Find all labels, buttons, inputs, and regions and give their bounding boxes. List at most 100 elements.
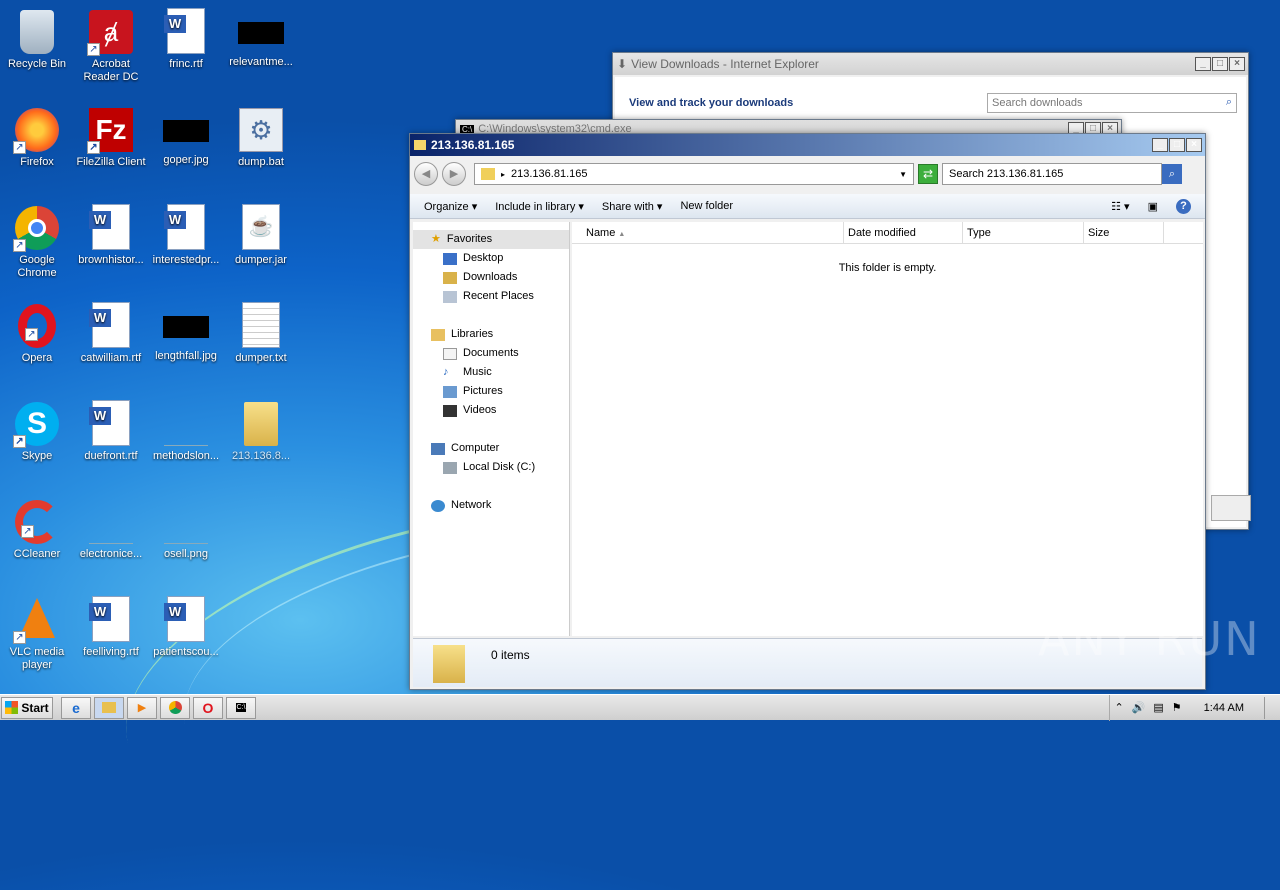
taskbar: Start e ▶ O C:\ ⌃ 🔊 ▤ ⚑ 1:44 AM bbox=[0, 694, 1280, 721]
ie-close-button[interactable] bbox=[1211, 495, 1251, 521]
minimize-button[interactable]: _ bbox=[1152, 138, 1168, 152]
folder-icon bbox=[433, 645, 465, 683]
include-in-library-button[interactable]: Include in library ▾ bbox=[495, 200, 584, 213]
desktop-icon-ccleaner[interactable]: ↗ CCleaner bbox=[0, 494, 74, 561]
column-name[interactable]: Name ▲ bbox=[572, 222, 844, 243]
desktop-icon-osell[interactable]: osell.png bbox=[149, 494, 223, 561]
desktop-icon-opera[interactable]: ↗ Opera bbox=[0, 298, 74, 365]
column-date-modified[interactable]: Date modified bbox=[844, 222, 963, 243]
nav-favorites[interactable]: ★ Favorites bbox=[413, 230, 569, 249]
pictures-icon bbox=[443, 385, 457, 398]
nav-pictures[interactable]: Pictures bbox=[413, 382, 569, 401]
desktop-icon-dumper-jar[interactable]: ☕ dumper.jar bbox=[224, 200, 298, 267]
word-doc-icon: W bbox=[164, 596, 205, 642]
desktop-icon-lengthfall[interactable]: lengthfall.jpg bbox=[149, 298, 223, 363]
desktop-icon-relevantme[interactable]: relevantme... bbox=[224, 4, 298, 69]
cmd-icon: C:\ bbox=[235, 703, 247, 712]
maximize-button[interactable]: □ bbox=[1169, 138, 1185, 152]
network-icon[interactable]: ▤ bbox=[1153, 701, 1163, 714]
view-options-icon[interactable]: ☷ ▾ bbox=[1111, 200, 1129, 213]
taskbar-ie-button[interactable]: e bbox=[61, 696, 91, 719]
address-bar[interactable]: ▸ 213.136.81.165 ▼ bbox=[474, 163, 914, 185]
desktop-icon-interestedpr[interactable]: W interestedpr... bbox=[149, 200, 223, 267]
desktop-icon-duefront[interactable]: W duefront.rtf bbox=[74, 396, 148, 463]
refresh-button[interactable]: ⇄ bbox=[918, 164, 938, 184]
ie-titlebar[interactable]: ⬇ View Downloads - Internet Explorer _ □ × bbox=[613, 53, 1248, 75]
windows-logo-icon bbox=[5, 701, 19, 714]
desktop-icon-electronice[interactable]: electronice... bbox=[74, 494, 148, 561]
word-doc-icon: W bbox=[89, 400, 130, 446]
desktop-icon-feelliving[interactable]: W feelliving.rtf bbox=[74, 592, 148, 659]
share-with-button[interactable]: Share with ▾ bbox=[602, 200, 663, 213]
navigation-pane: ★ Favorites Desktop Downloads Recent Plac… bbox=[413, 222, 570, 636]
desktop-icon-frinc[interactable]: W frinc.rtf bbox=[149, 4, 223, 71]
forward-button[interactable]: ▶ bbox=[442, 162, 466, 186]
desktop-icon-firefox[interactable]: ↗ Firefox bbox=[0, 102, 74, 169]
desktop-icon-methodslon[interactable]: methodslon... bbox=[149, 396, 223, 463]
desktop-icon-filezilla[interactable]: Fz ↗ FileZilla Client bbox=[74, 102, 148, 169]
nav-downloads[interactable]: Downloads bbox=[413, 268, 569, 287]
taskbar-opera-button[interactable]: O bbox=[193, 696, 223, 719]
minimize-button[interactable]: _ bbox=[1195, 57, 1211, 71]
search-icon[interactable]: ⌕ bbox=[1162, 164, 1182, 184]
system-tray: ⌃ 🔊 ▤ ⚑ 1:44 AM bbox=[1109, 694, 1280, 721]
nav-local-disk[interactable]: Local Disk (C:) bbox=[413, 458, 569, 477]
desktop-icon bbox=[443, 252, 457, 265]
volume-icon[interactable]: 🔊 bbox=[1132, 701, 1146, 714]
nav-network[interactable]: Network bbox=[413, 496, 569, 515]
maximize-button[interactable]: □ bbox=[1212, 57, 1228, 71]
desktop-icon-dump-bat[interactable]: ⚙ dump.bat bbox=[224, 102, 298, 169]
new-folder-button[interactable]: New folder bbox=[680, 200, 733, 212]
desktop-icon-skype[interactable]: S ↗ Skype bbox=[0, 396, 74, 463]
preview-pane-icon[interactable]: ▣ bbox=[1148, 200, 1158, 213]
file-list-pane[interactable]: Name ▲ Date modified Type Size This fold… bbox=[572, 222, 1203, 636]
explorer-window[interactable]: 213.136.81.165 _ □ × ◀ ▶ ▸ 213.136.81.165 … bbox=[409, 133, 1206, 690]
desktop-icon-dumper-txt[interactable]: dumper.txt bbox=[224, 298, 298, 365]
desktop-icon-recycle-bin[interactable]: Recycle Bin bbox=[0, 4, 74, 71]
close-button[interactable]: × bbox=[1229, 57, 1245, 71]
column-type[interactable]: Type bbox=[963, 222, 1084, 243]
desktop-icon-goper[interactable]: goper.jpg bbox=[149, 102, 223, 167]
nav-music[interactable]: ♪ Music bbox=[413, 363, 569, 382]
action-center-flag-icon[interactable]: ⚑ bbox=[1172, 701, 1182, 714]
videos-icon bbox=[443, 404, 457, 417]
help-icon[interactable]: ? bbox=[1176, 198, 1191, 214]
close-button[interactable]: × bbox=[1186, 138, 1202, 152]
ccleaner-icon: ↗ bbox=[15, 500, 59, 544]
explorer-titlebar[interactable]: 213.136.81.165 _ □ × bbox=[410, 134, 1205, 156]
desktop-icon-vlc[interactable]: ↗ VLC media player bbox=[0, 592, 74, 672]
chevron-down-icon[interactable]: ▼ bbox=[899, 170, 907, 179]
show-hidden-icons-button[interactable]: ⌃ bbox=[1114, 701, 1123, 714]
desktop-icon-folder-213[interactable]: 213.136.8... bbox=[224, 396, 298, 463]
ie-icon: e bbox=[72, 699, 80, 716]
taskbar-chrome-button[interactable] bbox=[160, 696, 190, 719]
explorer-search-input[interactable]: Search 213.136.81.165 bbox=[942, 163, 1162, 185]
folder-icon bbox=[102, 702, 116, 713]
column-headers: Name ▲ Date modified Type Size bbox=[572, 222, 1203, 244]
recent-places-icon bbox=[443, 290, 457, 303]
desktop-icon-chrome[interactable]: ↗ Google Chrome bbox=[0, 200, 74, 280]
folder-icon bbox=[414, 140, 426, 150]
organize-button[interactable]: Organize ▾ bbox=[424, 200, 477, 213]
downloads-search-input[interactable]: Search downloads ⌕ bbox=[987, 93, 1237, 113]
nav-computer[interactable]: Computer bbox=[413, 439, 569, 458]
back-button[interactable]: ◀ bbox=[414, 162, 438, 186]
nav-documents[interactable]: Documents bbox=[413, 344, 569, 363]
nav-videos[interactable]: Videos bbox=[413, 401, 569, 420]
taskbar-media-player-button[interactable]: ▶ bbox=[127, 696, 157, 719]
column-size[interactable]: Size bbox=[1084, 222, 1164, 243]
network-icon bbox=[431, 499, 445, 512]
desktop-icon-catwilliam[interactable]: W catwilliam.rtf bbox=[74, 298, 148, 365]
show-desktop-button[interactable] bbox=[1264, 696, 1276, 719]
clock[interactable]: 1:44 AM bbox=[1204, 702, 1244, 714]
taskbar-cmd-button[interactable]: C:\ bbox=[226, 696, 256, 719]
desktop-icon-patientscou[interactable]: W patientscou... bbox=[149, 592, 223, 659]
taskbar-explorer-button[interactable] bbox=[94, 696, 124, 719]
start-button[interactable]: Start bbox=[1, 696, 53, 719]
nav-recent-places[interactable]: Recent Places bbox=[413, 287, 569, 306]
desktop-icon-brownhistory[interactable]: W brownhistor... bbox=[74, 200, 148, 267]
text-file-icon bbox=[242, 302, 280, 348]
nav-libraries[interactable]: Libraries bbox=[413, 325, 569, 344]
nav-desktop[interactable]: Desktop bbox=[413, 249, 569, 268]
desktop-icon-acrobat[interactable]: ⱥ ↗ Acrobat Reader DC bbox=[74, 4, 148, 84]
